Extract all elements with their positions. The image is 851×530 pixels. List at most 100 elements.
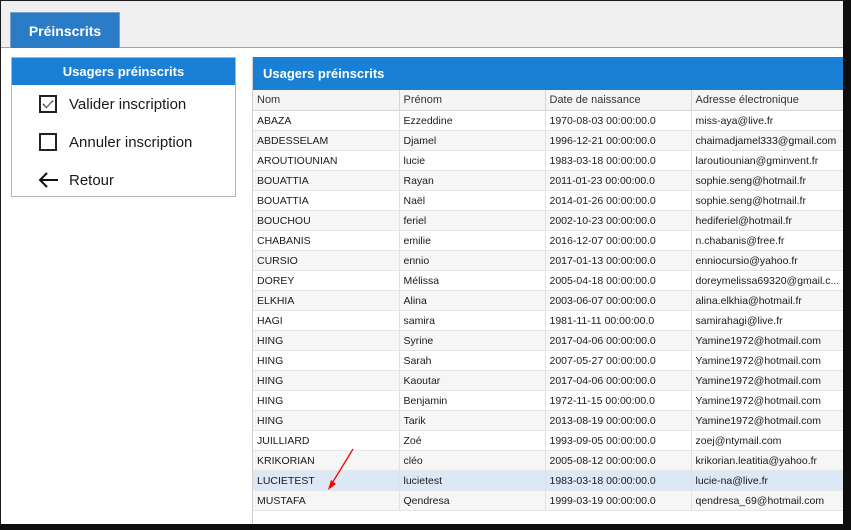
- cell-nom: HAGI: [253, 310, 400, 331]
- cell-email: zoej@ntymail.com: [691, 430, 844, 451]
- table-row[interactable]: BOUCHOU feriel 2002-10-23 00:00:00.0 hedife…: [253, 210, 844, 231]
- cell-nom: BOUATTIA: [253, 190, 400, 211]
- cell-date-naissance: 1983-03-18 00:00:00.0: [545, 150, 692, 171]
- cell-email: hediferiel@hotmail.fr: [691, 210, 844, 231]
- cell-prenom: Sarah: [399, 350, 546, 371]
- cell-email: Yamine1972@hotmail.com: [691, 410, 844, 431]
- tab-bar: [1, 1, 843, 48]
- cell-nom: BOUATTIA: [253, 170, 400, 191]
- cell-date-naissance: 2002-10-23 00:00:00.0: [545, 210, 692, 231]
- cell-email: doreymelissa69320@gmail.c...: [691, 270, 844, 291]
- cell-nom: HING: [253, 410, 400, 431]
- column-header-email[interactable]: Adresse électronique: [691, 90, 844, 111]
- cell-prenom: lucietest: [399, 470, 546, 491]
- cell-email: sophie.seng@hotmail.fr: [691, 170, 844, 191]
- cell-prenom: Benjamin: [399, 390, 546, 411]
- table-header-row: Nom Prénom Date de naissance Adresse éle…: [253, 90, 844, 111]
- table-row[interactable]: HING Tarik 2013-08-19 00:00:00.0 Yamine1972…: [253, 410, 844, 431]
- cell-nom: ABDESSELAM: [253, 130, 400, 151]
- cell-date-naissance: 1999-03-19 00:00:00.0: [545, 490, 692, 511]
- registrants-panel-title: Usagers préinscrits: [253, 57, 843, 90]
- cell-nom: HING: [253, 370, 400, 391]
- cell-date-naissance: 1970-08-03 00:00:00.0: [545, 110, 692, 131]
- table-row[interactable]: ABDESSELAM Djamel 1996-12-21 00:00:00.0 cha…: [253, 130, 844, 151]
- cell-date-naissance: 1972-11-15 00:00:00.0: [545, 390, 692, 411]
- cell-nom: MUSTAFA: [253, 490, 400, 511]
- cell-prenom: Mélissa: [399, 270, 546, 291]
- table-row[interactable]: CHABANIS emilie 2016-12-07 00:00:00.0 n.cha…: [253, 230, 844, 251]
- annotation-arrow-icon: [328, 448, 354, 490]
- cell-nom: ABAZA: [253, 110, 400, 131]
- cell-email: laroutiounian@gminvent.fr: [691, 150, 844, 171]
- cell-date-naissance: 2005-08-12 00:00:00.0: [545, 450, 692, 471]
- cell-email: Yamine1972@hotmail.com: [691, 370, 844, 391]
- back-button[interactable]: Retour: [37, 169, 114, 191]
- cell-prenom: Tarik: [399, 410, 546, 431]
- cell-email: Yamine1972@hotmail.com: [691, 330, 844, 351]
- column-header-nom[interactable]: Nom: [253, 90, 400, 111]
- cell-prenom: cléo: [399, 450, 546, 471]
- cell-date-naissance: 2017-04-06 00:00:00.0: [545, 330, 692, 351]
- cell-email: miss-aya@live.fr: [691, 110, 844, 131]
- table-row[interactable]: CURSIO ennio 2017-01-13 00:00:00.0 enniocur…: [253, 250, 844, 271]
- cell-nom: HING: [253, 330, 400, 351]
- cell-prenom: Syrine: [399, 330, 546, 351]
- cancel-registration-label: Annuler inscription: [69, 133, 193, 151]
- cell-nom: HING: [253, 350, 400, 371]
- validate-registration-button[interactable]: Valider inscription: [37, 93, 186, 115]
- cell-email: qendresa_69@hotmail.com: [691, 490, 844, 511]
- cell-email: lucie-na@live.fr: [691, 470, 844, 491]
- table-row[interactable]: HING Kaoutar 2017-04-06 00:00:00.0 Yamine19…: [253, 370, 844, 391]
- cell-date-naissance: 2011-01-23 00:00:00.0: [545, 170, 692, 191]
- cell-date-naissance: 2005-04-18 00:00:00.0: [545, 270, 692, 291]
- cell-date-naissance: 2013-08-19 00:00:00.0: [545, 410, 692, 431]
- cell-date-naissance: 2007-05-27 00:00:00.0: [545, 350, 692, 371]
- actions-panel: Usagers préinscrits Valider inscription …: [11, 57, 236, 197]
- cell-email: Yamine1972@hotmail.com: [691, 350, 844, 371]
- cell-nom: DOREY: [253, 270, 400, 291]
- cell-prenom: samira: [399, 310, 546, 331]
- back-label: Retour: [69, 171, 115, 189]
- table-row[interactable]: BOUATTIA Naël 2014-01-26 00:00:00.0 sophie.…: [253, 190, 844, 211]
- cell-prenom: Djamel: [399, 130, 546, 151]
- cell-nom: CURSIO: [253, 250, 400, 271]
- table-row[interactable]: HING Benjamin 1972-11-15 00:00:00.0 Yamine1…: [253, 390, 844, 411]
- cell-date-naissance: 2017-04-06 00:00:00.0: [545, 370, 692, 391]
- cell-nom: HING: [253, 390, 400, 411]
- cell-email: krikorian.leatitia@yahoo.fr: [691, 450, 844, 471]
- cell-email: enniocursio@yahoo.fr: [691, 250, 844, 271]
- tab-preinscrits[interactable]: Préinscrits: [10, 12, 120, 48]
- table-row[interactable]: HING Sarah 2007-05-27 00:00:00.0 Yamine1972…: [253, 350, 844, 371]
- table-row[interactable]: ELKHIA Alina 2003-06-07 00:00:00.0 alina.el…: [253, 290, 844, 311]
- empty-checkbox-icon: [37, 131, 59, 153]
- table-row[interactable]: BOUATTIA Rayan 2011-01-23 00:00:00.0 sophie…: [253, 170, 844, 191]
- table-row[interactable]: MUSTAFA Qendresa 1999-03-19 00:00:00.0 qend…: [253, 490, 844, 511]
- table-row[interactable]: AROUTIOUNIAN lucie 1983-03-18 00:00:00.0 la…: [253, 150, 844, 171]
- cell-prenom: Kaoutar: [399, 370, 546, 391]
- validate-registration-label: Valider inscription: [69, 95, 187, 113]
- cell-prenom: lucie: [399, 150, 546, 171]
- cell-prenom: Rayan: [399, 170, 546, 191]
- cell-email: sophie.seng@hotmail.fr: [691, 190, 844, 211]
- column-header-date-naissance[interactable]: Date de naissance: [545, 90, 692, 111]
- cell-date-naissance: 2014-01-26 00:00:00.0: [545, 190, 692, 211]
- cell-prenom: Alina: [399, 290, 546, 311]
- cell-prenom: Zoé: [399, 430, 546, 451]
- cell-email: Yamine1972@hotmail.com: [691, 390, 844, 411]
- cell-email: samirahagi@live.fr: [691, 310, 844, 331]
- table-row[interactable]: ABAZA Ezzeddine 1970-08-03 00:00:00.0 miss-…: [253, 110, 844, 131]
- table-row[interactable]: HAGI samira 1981-11-11 00:00:00.0 samirahag…: [253, 310, 844, 331]
- cell-nom: ELKHIA: [253, 290, 400, 311]
- cell-email: alina.elkhia@hotmail.fr: [691, 290, 844, 311]
- cell-date-naissance: 2003-06-07 00:00:00.0: [545, 290, 692, 311]
- cancel-registration-button[interactable]: Annuler inscription: [37, 131, 192, 153]
- column-header-prenom[interactable]: Prénom: [399, 90, 546, 111]
- table-row[interactable]: DOREY Mélissa 2005-04-18 00:00:00.0 doreyme…: [253, 270, 844, 291]
- cell-date-naissance: 2017-01-13 00:00:00.0: [545, 250, 692, 271]
- cell-prenom: ennio: [399, 250, 546, 271]
- table-row[interactable]: HING Syrine 2017-04-06 00:00:00.0 Yamine197…: [253, 330, 844, 351]
- window-border-right: [843, 0, 851, 530]
- arrow-left-icon: [37, 169, 59, 191]
- window-border-bottom: [0, 524, 851, 530]
- cell-date-naissance: 1981-11-11 00:00:00.0: [545, 310, 692, 331]
